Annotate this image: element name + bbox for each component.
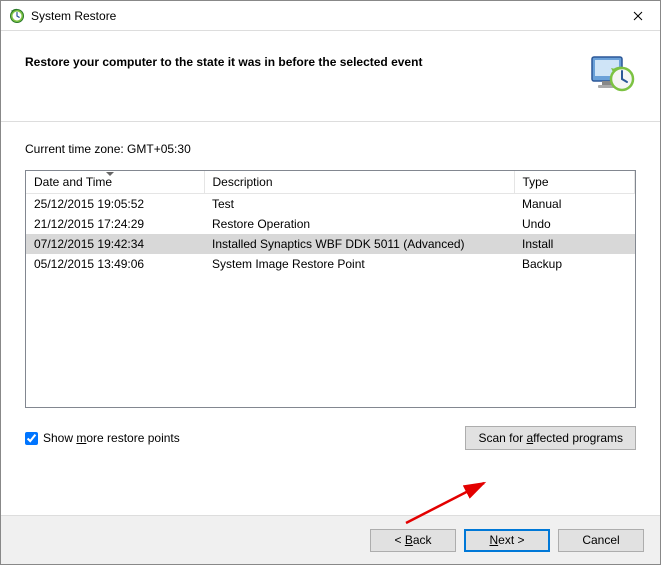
sort-indicator-icon bbox=[106, 172, 114, 176]
table-row[interactable]: 05/12/2015 13:49:06System Image Restore … bbox=[26, 254, 635, 274]
wizard-header: Restore your computer to the state it wa… bbox=[1, 31, 660, 121]
window-title: System Restore bbox=[31, 9, 116, 23]
content-area: Current time zone: GMT+05:30 Date and Ti… bbox=[1, 121, 660, 450]
cell-description: Installed Synaptics WBF DDK 5011 (Advanc… bbox=[204, 234, 514, 254]
column-header-date-time[interactable]: Date and Time bbox=[26, 171, 204, 194]
column-header-type[interactable]: Type bbox=[514, 171, 635, 194]
column-header-description[interactable]: Description bbox=[204, 171, 514, 194]
wizard-footer: < Back Next > Cancel bbox=[1, 515, 660, 564]
cell-description: Restore Operation bbox=[204, 214, 514, 234]
cell-date-time: 25/12/2015 19:05:52 bbox=[26, 194, 204, 215]
table-row-empty bbox=[26, 354, 635, 374]
show-more-checkbox[interactable] bbox=[25, 432, 38, 445]
table-row[interactable]: 25/12/2015 19:05:52TestManual bbox=[26, 194, 635, 215]
page-heading: Restore your computer to the state it wa… bbox=[25, 49, 422, 69]
cell-description: Test bbox=[204, 194, 514, 215]
timezone-label: Current time zone: GMT+05:30 bbox=[25, 142, 636, 156]
cell-type: Backup bbox=[514, 254, 635, 274]
table-row-empty bbox=[26, 334, 635, 354]
system-restore-icon bbox=[9, 8, 25, 24]
cell-date-time: 21/12/2015 17:24:29 bbox=[26, 214, 204, 234]
table-row-empty bbox=[26, 374, 635, 394]
column-header-label: Description bbox=[213, 175, 273, 189]
cell-date-time: 07/12/2015 19:42:34 bbox=[26, 234, 204, 254]
cell-date-time: 05/12/2015 13:49:06 bbox=[26, 254, 204, 274]
column-header-label: Date and Time bbox=[34, 175, 112, 189]
table-row-empty bbox=[26, 294, 635, 314]
close-button[interactable] bbox=[615, 1, 660, 30]
titlebar: System Restore bbox=[1, 1, 660, 31]
column-header-label: Type bbox=[523, 175, 549, 189]
next-button[interactable]: Next > bbox=[464, 529, 550, 552]
restore-large-icon bbox=[588, 49, 636, 97]
table-row[interactable]: 07/12/2015 19:42:34Installed Synaptics W… bbox=[26, 234, 635, 254]
table-row-empty bbox=[26, 314, 635, 334]
below-table-row: Show more restore points Scan for affect… bbox=[25, 426, 636, 450]
table-row-empty bbox=[26, 274, 635, 294]
close-icon bbox=[633, 11, 643, 21]
cell-type: Install bbox=[514, 234, 635, 254]
show-more-checkbox-row[interactable]: Show more restore points bbox=[25, 431, 180, 445]
show-more-label: Show more restore points bbox=[43, 431, 180, 445]
cell-description: System Image Restore Point bbox=[204, 254, 514, 274]
cell-type: Manual bbox=[514, 194, 635, 215]
restore-point-table[interactable]: Date and Time Description Type 25/12/201… bbox=[25, 170, 636, 408]
cancel-button[interactable]: Cancel bbox=[558, 529, 644, 552]
table-row[interactable]: 21/12/2015 17:24:29Restore OperationUndo bbox=[26, 214, 635, 234]
scan-affected-programs-button[interactable]: Scan for affected programs bbox=[465, 426, 636, 450]
cell-type: Undo bbox=[514, 214, 635, 234]
back-button[interactable]: < Back bbox=[370, 529, 456, 552]
